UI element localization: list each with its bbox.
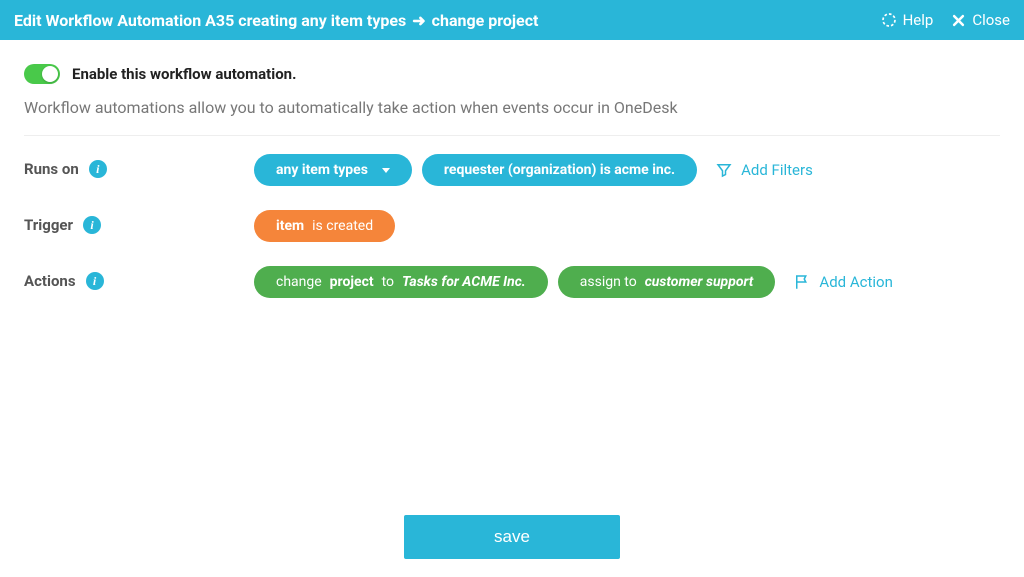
save-button[interactable]: save — [404, 515, 620, 559]
modal-body: Enable this workflow automation. Workflo… — [0, 40, 1024, 298]
item-types-value: any item types — [276, 162, 368, 178]
trigger-content: item is created — [254, 210, 1000, 242]
help-label: Help — [903, 11, 934, 29]
chevron-down-icon — [382, 168, 390, 173]
close-icon — [951, 13, 966, 28]
add-action-button[interactable]: Add Action — [793, 273, 892, 291]
action-pill-change-project[interactable]: change project to Tasks for ACME Inc. — [254, 266, 548, 298]
description-text: Workflow automations allow you to automa… — [24, 98, 1000, 135]
close-label: Close — [972, 11, 1010, 29]
action2-value: customer support — [645, 274, 754, 290]
info-icon[interactable]: i — [83, 216, 101, 234]
enable-label: Enable this workflow automation. — [72, 65, 296, 83]
action-pill-assign[interactable]: assign to customer support — [558, 266, 776, 298]
save-button-wrap: save — [0, 515, 1024, 559]
filter-text: requester (organization) is acme inc. — [444, 162, 675, 178]
runs-on-content: any item types requester (organization) … — [254, 154, 1000, 186]
add-filters-label: Add Filters — [741, 161, 813, 179]
add-action-label: Add Action — [819, 273, 892, 291]
info-icon[interactable]: i — [89, 160, 107, 178]
divider — [24, 135, 1000, 136]
trigger-label-wrap: Trigger i — [24, 210, 254, 234]
enable-toggle[interactable] — [24, 64, 60, 84]
actions-label-wrap: Actions i — [24, 266, 254, 290]
action1-value: Tasks for ACME Inc. — [402, 274, 526, 290]
trigger-row: Trigger i item is created — [24, 210, 1000, 242]
action1-prefix: change — [276, 274, 322, 290]
trigger-pill[interactable]: item is created — [254, 210, 395, 242]
help-icon — [881, 12, 897, 28]
actions-label: Actions — [24, 272, 76, 290]
help-button[interactable]: Help — [881, 11, 934, 29]
trigger-verb: is created — [312, 218, 373, 234]
title-prefix: Edit Workflow Automation A35 creating an… — [14, 11, 406, 30]
item-types-dropdown[interactable]: any item types — [254, 154, 412, 186]
flag-icon — [793, 273, 811, 291]
header-actions: Help Close — [881, 11, 1010, 29]
info-icon[interactable]: i — [86, 272, 104, 290]
add-filters-button[interactable]: Add Filters — [715, 161, 813, 179]
close-button[interactable]: Close — [951, 11, 1010, 29]
trigger-label: Trigger — [24, 216, 73, 234]
filter-icon — [715, 161, 733, 179]
title-suffix: change project — [432, 11, 539, 30]
modal-header: Edit Workflow Automation A35 creating an… — [0, 0, 1024, 40]
modal-title: Edit Workflow Automation A35 creating an… — [14, 11, 538, 30]
actions-content: change project to Tasks for ACME Inc. as… — [254, 266, 1000, 298]
enable-row: Enable this workflow automation. — [24, 58, 1000, 98]
runs-on-label: Runs on — [24, 160, 79, 178]
action1-to: to — [382, 274, 394, 290]
runs-on-label-wrap: Runs on i — [24, 154, 254, 178]
filter-pill[interactable]: requester (organization) is acme inc. — [422, 154, 697, 186]
arrow-icon: ➜ — [412, 11, 425, 30]
action2-prefix: assign to — [580, 274, 637, 290]
trigger-subject: item — [276, 218, 304, 234]
runs-on-row: Runs on i any item types requester (orga… — [24, 154, 1000, 186]
actions-row: Actions i change project to Tasks for AC… — [24, 266, 1000, 298]
action1-field: project — [330, 274, 374, 290]
